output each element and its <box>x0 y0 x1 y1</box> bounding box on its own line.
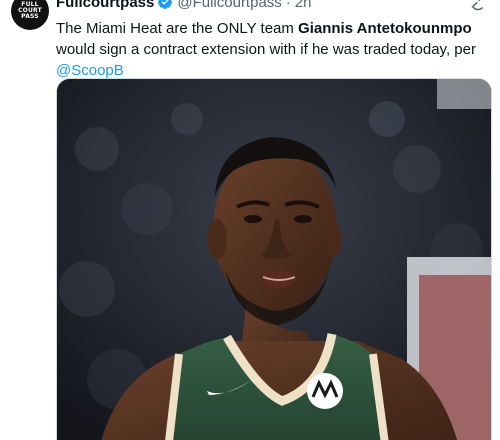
tweet-photo[interactable] <box>56 78 492 440</box>
verified-badge-icon <box>157 0 173 10</box>
tweet-text-part: would sign a contract extension with if … <box>56 41 476 58</box>
tweet-header: Fullcourtpass @Fullcourtpass · 2h <box>56 0 311 11</box>
tweet-text-bold: Giannis Antetokounmpo <box>298 20 472 37</box>
tweet-text-part: The Miami Heat are the ONLY team <box>56 20 299 37</box>
avatar-logo: FULL COURT PASS <box>18 1 42 20</box>
avatar[interactable]: FULL COURT PASS <box>11 0 49 30</box>
mention-link[interactable]: @ScoopB <box>56 62 124 79</box>
grok-actions-icon[interactable] <box>462 0 494 14</box>
timestamp[interactable]: 2h <box>295 0 312 11</box>
tweet-card[interactable]: FULL COURT PASS Fullcourtpass @Fullcourt… <box>0 0 500 440</box>
separator-dot: · <box>285 0 291 11</box>
author-handle[interactable]: @Fullcourtpass <box>177 0 281 11</box>
author-name[interactable]: Fullcourtpass <box>56 0 154 11</box>
photo-illustration <box>57 79 491 440</box>
sponsor-patch <box>307 373 343 409</box>
tweet-text: The Miami Heat are the ONLY team Giannis… <box>56 18 496 81</box>
